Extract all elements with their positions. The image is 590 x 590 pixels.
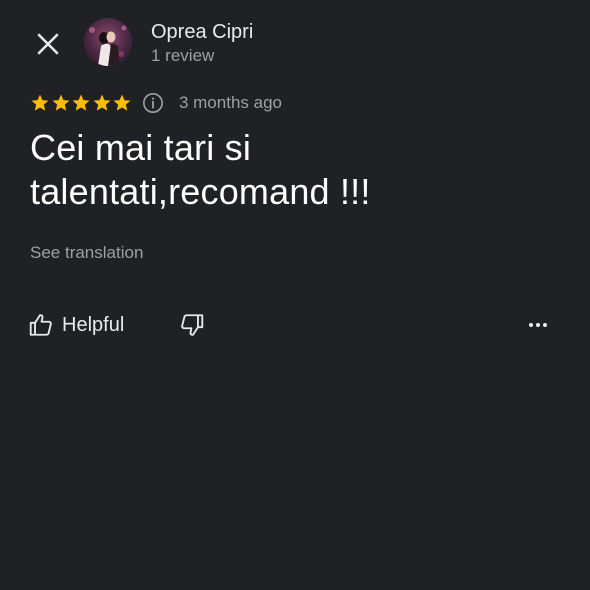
star-icon — [52, 94, 70, 111]
close-button[interactable] — [28, 24, 68, 64]
star-rating — [30, 93, 133, 113]
more-options-button[interactable] — [518, 306, 558, 344]
author-review-count: 1 review — [151, 46, 215, 65]
review-text: Cei mai tari si talentati,recomand !!! — [30, 127, 371, 212]
star-icon — [31, 94, 49, 111]
review-actions: Helpful — [28, 306, 558, 346]
not-helpful-button[interactable] — [172, 306, 212, 344]
more-horizontal-icon — [529, 323, 547, 327]
info-icon — [142, 93, 163, 113]
thumbs-down-icon — [181, 314, 204, 336]
avatar[interactable] — [84, 18, 132, 66]
review-time: 3 months ago — [178, 93, 282, 112]
info-button[interactable] — [141, 91, 165, 115]
star-icon — [113, 94, 131, 111]
see-translation-link[interactable]: See translation — [30, 242, 143, 264]
author-name[interactable]: Oprea Cipri — [151, 20, 253, 44]
helpful-button[interactable]: Helpful — [28, 306, 124, 344]
star-icon — [72, 94, 90, 111]
helpful-label: Helpful — [62, 313, 125, 336]
review-screen: Oprea Cipri 1 review 3 months ago Cei ma… — [0, 0, 590, 590]
star-icon — [93, 94, 111, 111]
user-avatar-icon — [84, 18, 132, 66]
rating-row: 3 months ago — [30, 90, 282, 116]
thumbs-up-icon — [29, 314, 52, 336]
close-icon — [37, 33, 59, 55]
